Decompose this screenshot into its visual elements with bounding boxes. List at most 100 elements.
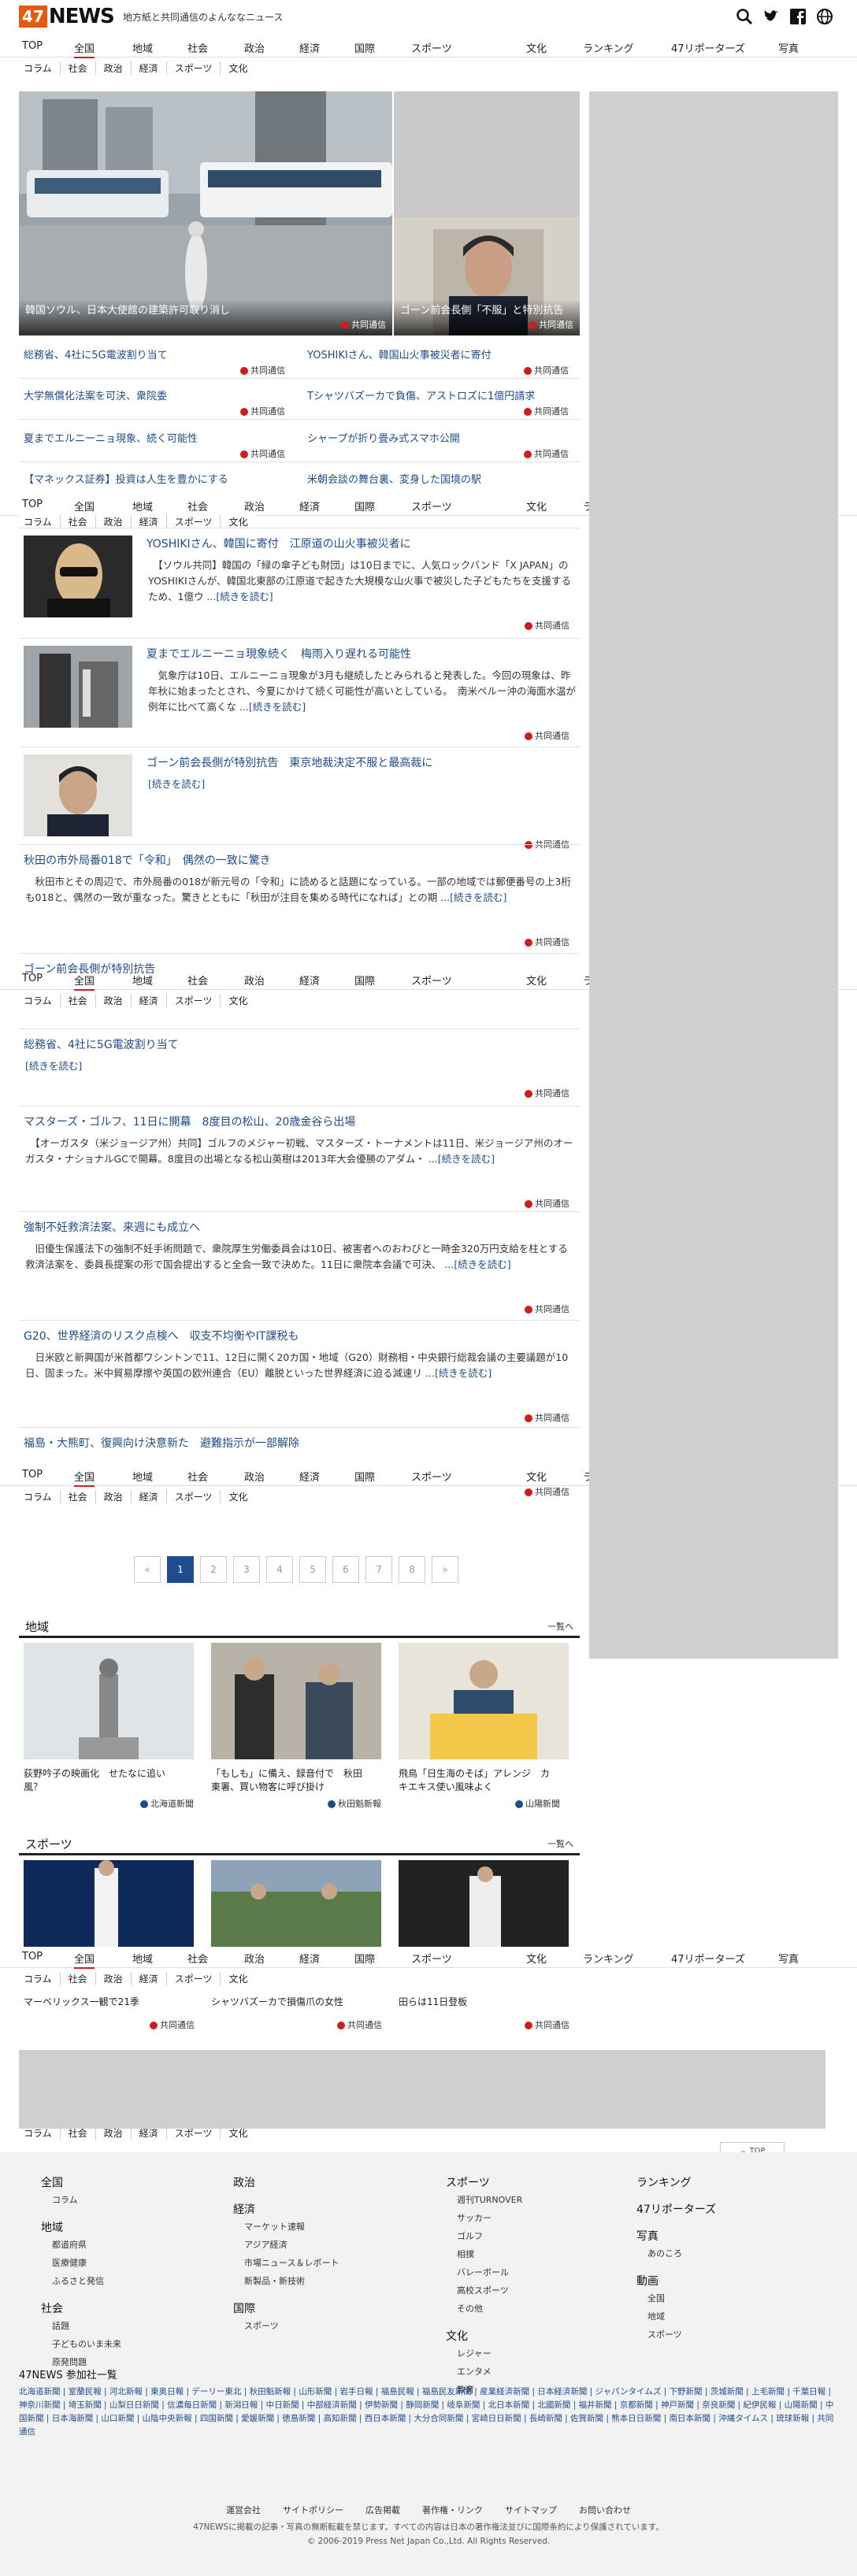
subnav-item[interactable]: 経済 xyxy=(130,1971,166,1985)
hero-main-caption[interactable]: 韓国ソウル、日本大使館の建築許可取り消し 共同通信 xyxy=(19,299,392,335)
subnav-item[interactable]: 政治 xyxy=(95,514,131,528)
region-card-image[interactable] xyxy=(24,1643,194,1759)
footer-subcategory[interactable]: 医療健康 xyxy=(52,2256,87,2269)
subnav-item[interactable]: 経済 xyxy=(130,993,166,1007)
nav-item[interactable]: 全国 xyxy=(74,1951,95,1970)
article-thumbnail[interactable] xyxy=(24,646,132,728)
footer-subcategory[interactable]: レジャー xyxy=(457,2347,491,2359)
hero-main-image[interactable]: 韓国ソウル、日本大使館の建築許可取り消し 共同通信 xyxy=(19,91,392,335)
headline-link[interactable]: シャープが折り畳み式スマホ公開 xyxy=(307,430,460,445)
subnav-item[interactable]: スポーツ xyxy=(165,993,221,1007)
footer-link[interactable]: お問い合わせ xyxy=(579,2505,631,2515)
footer-subcategory[interactable]: 相撲 xyxy=(457,2248,474,2260)
sports-card-image[interactable] xyxy=(399,1860,569,1947)
nav-item[interactable]: 経済 xyxy=(299,1469,320,1484)
footer-category[interactable]: 経済 xyxy=(233,2201,255,2217)
page-button[interactable]: 1 xyxy=(167,1556,194,1583)
nav-item[interactable]: TOP xyxy=(22,1951,43,1963)
footer-link[interactable]: 運営会社 xyxy=(226,2505,261,2515)
nav-item[interactable]: 地域 xyxy=(132,40,153,55)
twitter-icon[interactable] xyxy=(762,8,780,25)
hero-side-title[interactable]: ゴーン前会長側「不服」と特別抗告 xyxy=(400,302,563,317)
footer-subcategory[interactable]: 高校スポーツ xyxy=(457,2284,509,2296)
footer-category[interactable]: 全国 xyxy=(41,2174,63,2190)
nav-item[interactable]: スポーツ xyxy=(411,1951,452,1966)
page-button[interactable]: 7 xyxy=(365,1556,392,1583)
footer-category[interactable]: 国際 xyxy=(233,2300,255,2316)
nav-item[interactable]: 国際 xyxy=(354,40,375,55)
nav-item[interactable]: 国際 xyxy=(354,1469,375,1484)
nav-item[interactable]: 地域 xyxy=(132,1469,153,1484)
footer-category[interactable]: 文化 xyxy=(446,2328,468,2344)
subnav-item[interactable]: 政治 xyxy=(95,993,131,1007)
footer-subcategory[interactable]: アジア経済 xyxy=(244,2238,288,2251)
read-more-link[interactable]: [続きを読む] xyxy=(249,701,306,713)
nav-item[interactable]: スポーツ xyxy=(411,973,452,988)
page-button[interactable]: « xyxy=(134,1556,161,1583)
nav-item[interactable]: 写真 xyxy=(778,40,799,55)
nav-item[interactable]: 政治 xyxy=(244,1469,265,1484)
footer-link[interactable]: 広告掲載 xyxy=(365,2505,400,2515)
headline-link[interactable]: 【マネックス証券】投資は人生を豊かにする xyxy=(24,471,228,486)
footer-subcategory[interactable]: あのころ xyxy=(647,2247,682,2259)
subnav-item[interactable]: 社会 xyxy=(59,993,95,1007)
nav-item[interactable]: ランキング xyxy=(583,1951,634,1966)
nav-item[interactable]: スポーツ xyxy=(411,40,452,55)
subnav-item[interactable]: 文化 xyxy=(220,1489,255,1503)
subnav-item[interactable]: 政治 xyxy=(95,1971,131,1985)
region-more-link[interactable]: 一覧へ xyxy=(547,1620,573,1633)
page-button[interactable]: 8 xyxy=(399,1556,425,1583)
nav-item[interactable]: 経済 xyxy=(299,973,320,988)
search-icon[interactable] xyxy=(736,8,753,25)
subnav-item[interactable]: 文化 xyxy=(220,1971,255,1985)
headline-link[interactable]: 夏までエルニーニョ現象、続く可能性 xyxy=(24,430,198,445)
footer-subcategory[interactable]: ふるさと発信 xyxy=(52,2274,104,2287)
facebook-icon[interactable] xyxy=(789,8,807,25)
read-more-link[interactable]: [続きを読む] xyxy=(454,1258,510,1270)
nav-item[interactable]: 社会 xyxy=(187,40,208,55)
globe-icon[interactable] xyxy=(816,8,833,25)
footer-subcategory[interactable]: その他 xyxy=(457,2302,483,2315)
footer-subcategory[interactable]: サッカー xyxy=(457,2211,492,2224)
subnav-item[interactable]: 社会 xyxy=(59,61,95,75)
subnav-item[interactable]: スポーツ xyxy=(165,61,221,75)
nav-item[interactable]: 経済 xyxy=(299,1951,320,1966)
article-title[interactable]: マスターズ・ゴルフ、11日に開幕 8度目の松山、20歳金谷ら出場 xyxy=(24,1114,355,1129)
subnav-item[interactable]: コラム xyxy=(19,1972,60,1985)
nav-item[interactable]: 47リポーターズ xyxy=(671,40,745,55)
article-title[interactable]: 強制不妊救済法案、来週にも成立へ xyxy=(24,1219,200,1235)
footer-link[interactable]: サイトマップ xyxy=(505,2505,557,2515)
article-title[interactable]: 秋田の市外局番018で「令和」 偶然の一致に驚き xyxy=(24,852,271,868)
footer-subcategory[interactable]: 話題 xyxy=(52,2319,69,2332)
nav-item[interactable]: 47リポーターズ xyxy=(671,1951,745,1966)
subnav-item[interactable]: コラム xyxy=(19,994,60,1007)
nav-item[interactable]: 文化 xyxy=(526,499,547,513)
nav-item[interactable]: ランキング xyxy=(583,40,634,55)
subnav-item[interactable]: スポーツ xyxy=(165,1489,221,1503)
footer-category[interactable]: 社会 xyxy=(41,2300,63,2316)
page-button[interactable]: 3 xyxy=(233,1556,260,1583)
region-card-image[interactable] xyxy=(211,1643,381,1759)
subnav-item[interactable]: コラム xyxy=(19,1490,60,1503)
nav-item[interactable]: 文化 xyxy=(526,40,547,55)
subnav-item[interactable]: 政治 xyxy=(95,1489,131,1503)
nav-item[interactable]: 政治 xyxy=(244,973,265,988)
nav-item[interactable]: 文化 xyxy=(526,1951,547,1966)
nav-item[interactable]: 社会 xyxy=(187,973,208,988)
footer-subcategory[interactable]: 新製品・新技術 xyxy=(244,2274,305,2287)
article-title[interactable]: YOSHIKIさん、韓国に寄付 江原道の山火事被災者に xyxy=(147,536,411,551)
subnav-item[interactable]: 経済 xyxy=(130,61,166,75)
read-more-link[interactable]: [続きを読む] xyxy=(148,778,205,790)
footer-category[interactable]: 地域 xyxy=(41,2219,63,2235)
nav-item[interactable]: TOP xyxy=(22,40,43,52)
page-button[interactable]: 6 xyxy=(332,1556,359,1583)
sports-card-title[interactable]: シャツバズーカで損傷爪の女性 xyxy=(211,1996,369,2009)
headline-link[interactable]: 大学無償化法案を可決、衆院委 xyxy=(24,387,167,402)
sports-card-image[interactable] xyxy=(24,1860,194,1947)
article-title[interactable]: ゴーン前会長側が特別抗告 東京地裁決定不服と最高裁に xyxy=(147,754,432,770)
footer-subcategory[interactable]: スポーツ xyxy=(244,2319,279,2332)
article-title[interactable]: 総務省、4社に5G電波割り当て xyxy=(24,1036,179,1052)
site-logo[interactable]: 47 NEWS xyxy=(19,5,115,28)
hero-side-image[interactable]: ゴーン前会長側「不服」と特別抗告 共同通信 xyxy=(394,91,580,335)
nav-item[interactable]: TOP xyxy=(22,499,43,510)
